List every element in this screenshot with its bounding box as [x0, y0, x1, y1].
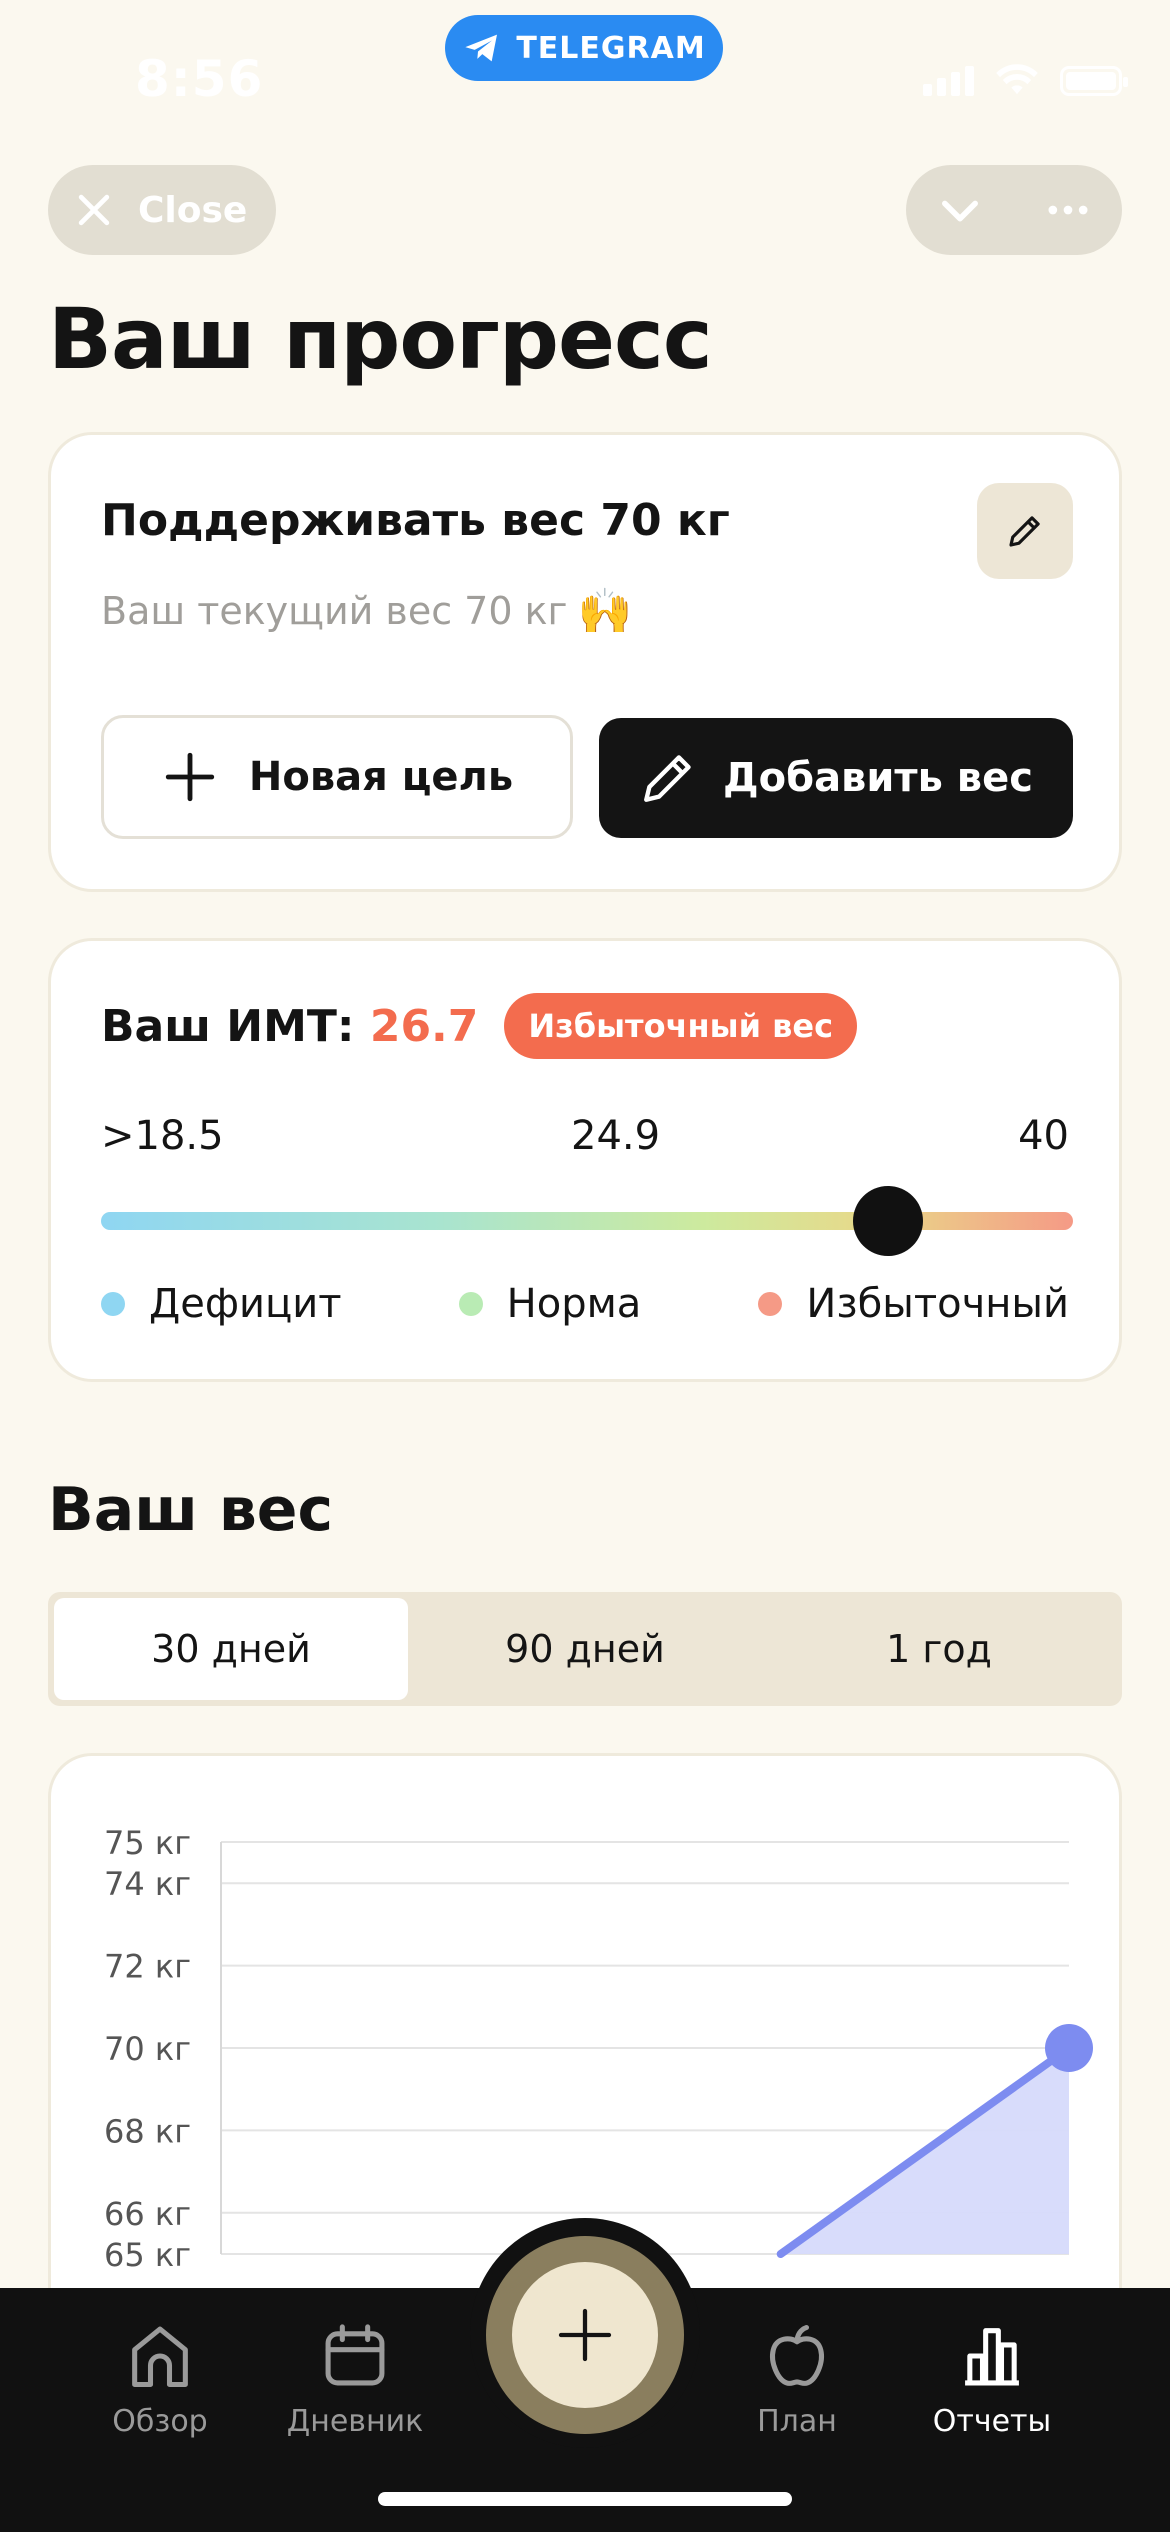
legend-label: Норма	[506, 1281, 642, 1327]
telegram-pill-label: TELEGRAM	[516, 30, 706, 66]
close-label: Close	[138, 189, 248, 231]
battery-icon	[1060, 66, 1128, 96]
period-tabs: 30 дней 90 дней 1 год	[48, 1592, 1122, 1706]
apple-icon	[770, 2324, 824, 2386]
nav-item-diary[interactable]: Дневник	[265, 2318, 445, 2439]
telegram-icon	[465, 34, 498, 62]
status-time: 8:56	[135, 50, 264, 108]
home-indicator	[378, 2492, 792, 2506]
close-icon	[78, 194, 110, 226]
chevron-down-icon[interactable]	[934, 184, 986, 236]
chart-y-tick-label: 75 кг	[104, 1824, 191, 1862]
bmi-status-badge: Избыточный вес	[504, 993, 858, 1059]
nav-item-plan[interactable]: План	[707, 2318, 887, 2439]
legend-item-overweight: Избыточный	[758, 1281, 1069, 1327]
bmi-label-text: Ваш ИМТ:	[101, 1000, 355, 1052]
status-bar: 8:56 TELEGRAM	[0, 0, 1170, 150]
telegram-pill[interactable]: TELEGRAM	[445, 15, 723, 81]
tab-90-days[interactable]: 90 дней	[408, 1598, 762, 1700]
close-button[interactable]: Close	[48, 165, 276, 255]
legend-item-deficit: Дефицит	[101, 1281, 342, 1327]
legend-dot	[758, 1292, 783, 1316]
bmi-scale-track	[101, 1212, 1073, 1230]
raised-hands-emoji: 🙌	[577, 586, 633, 637]
bmi-card: Ваш ИМТ: 26.7 Избыточный вес >18.5 24.9 …	[48, 938, 1122, 1382]
bmi-label: Ваш ИМТ: 26.7	[101, 1001, 478, 1052]
legend-item-normal: Норма	[458, 1281, 642, 1327]
bmi-scale-min: >18.5	[101, 1113, 224, 1159]
add-weight-button[interactable]: Добавить вес	[599, 718, 1073, 838]
bmi-header: Ваш ИМТ: 26.7 Избыточный вес	[101, 993, 858, 1059]
bmi-value: 26.7	[369, 1000, 479, 1052]
new-goal-label: Новая цель	[248, 754, 514, 800]
plus-icon	[165, 752, 215, 802]
add-entry-fab[interactable]	[512, 2262, 658, 2408]
legend-label: Избыточный	[806, 1281, 1069, 1327]
nav-label: План	[757, 2404, 837, 2439]
nav-item-overview[interactable]: Обзор	[70, 2318, 250, 2439]
new-goal-button[interactable]: Новая цель	[101, 715, 573, 839]
weight-section-title: Ваш вес	[48, 1475, 334, 1545]
chart-y-tick-label: 66 кг	[104, 2195, 191, 2233]
goal-title: Поддерживать вес 70 кг	[101, 495, 730, 546]
chart-y-tick-label: 65 кг	[104, 2236, 191, 2274]
bmi-scale-max: 40	[1018, 1113, 1069, 1159]
status-icons	[923, 62, 1128, 96]
bar-chart-icon	[965, 2328, 1019, 2386]
chart-y-tick-label: 72 кг	[104, 1948, 191, 1986]
nav-item-reports[interactable]: Отчеты	[902, 2318, 1082, 2439]
nav-label: Обзор	[112, 2404, 208, 2439]
bmi-scale-marker	[853, 1186, 924, 1256]
page-title: Ваш прогресс	[48, 290, 713, 388]
signal-icon	[923, 66, 974, 96]
legend-dot	[458, 1292, 483, 1316]
plus-icon	[558, 2308, 612, 2362]
home-icon	[132, 2326, 188, 2388]
chart-y-tick-label: 70 кг	[104, 2030, 191, 2068]
bmi-scale-mid: 24.9	[571, 1113, 661, 1159]
goal-card: Поддерживать вес 70 кг Ваш текущий вес 7…	[48, 432, 1122, 892]
legend-label: Дефицит	[149, 1281, 342, 1327]
nav-label: Отчеты	[932, 2404, 1052, 2439]
nav-label: Дневник	[286, 2404, 424, 2439]
bmi-legend: Дефицит Норма Избыточный	[101, 1281, 1069, 1327]
header-menu-group	[906, 165, 1122, 255]
current-weight-text: Ваш текущий вес 70 кг	[101, 589, 568, 633]
chart-data-point	[1045, 2024, 1093, 2072]
chart-y-tick-label: 74 кг	[104, 1865, 191, 1903]
wifi-icon	[996, 64, 1038, 95]
pencil-icon	[1009, 516, 1040, 547]
chart-y-tick-label: 68 кг	[104, 2112, 191, 2150]
add-weight-label: Добавить вес	[723, 755, 1033, 801]
tab-1-year[interactable]: 1 год	[762, 1598, 1116, 1700]
goal-subtitle: Ваш текущий вес 70 кг 🙌	[101, 585, 632, 637]
edit-goal-button[interactable]	[977, 483, 1073, 579]
legend-dot	[101, 1292, 125, 1316]
tab-30-days[interactable]: 30 дней	[54, 1598, 408, 1700]
calendar-icon	[325, 2324, 385, 2386]
pencil-icon	[644, 755, 691, 802]
more-dots-icon[interactable]	[1042, 184, 1094, 236]
